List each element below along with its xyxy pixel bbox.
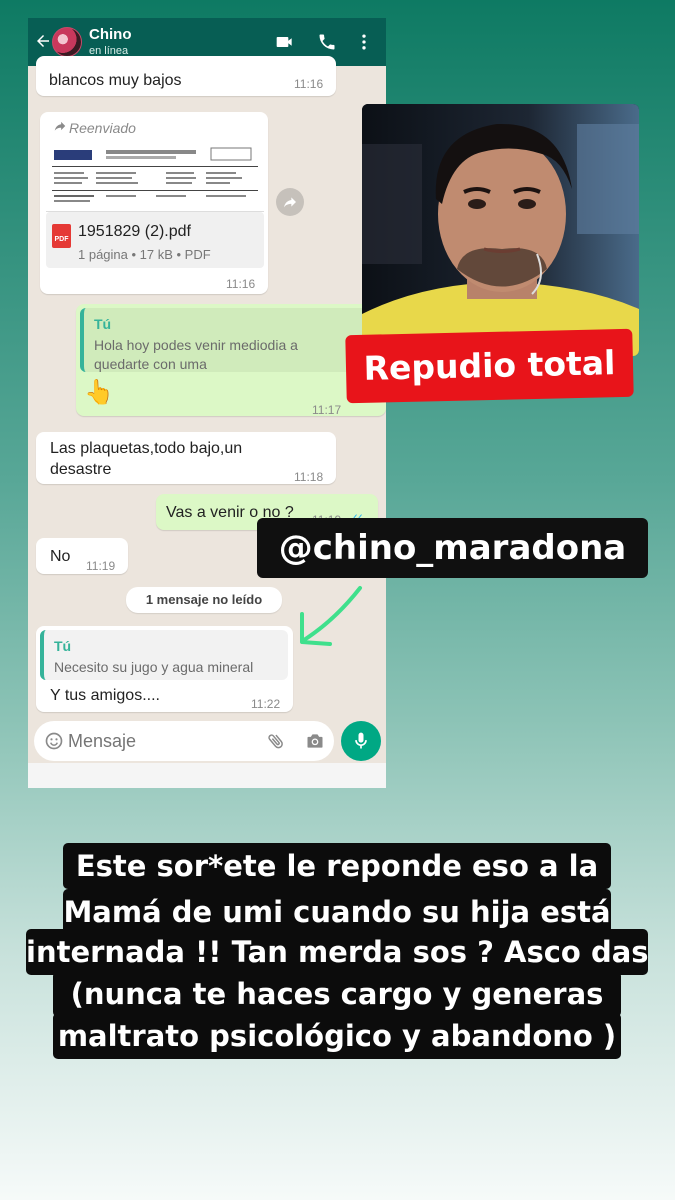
message-text: blancos muy bajos (49, 72, 182, 89)
forward-icon (54, 121, 66, 131)
quoted-message[interactable]: Tú Necesito su jugo y agua mineral (40, 630, 288, 680)
quote-text-line: Hola hoy podes venir mediodia a (94, 337, 298, 353)
message-document[interactable]: Reenviado PDF 1951829 (2).pdf 1 página •… (40, 112, 268, 294)
message-time: 11:19 (86, 559, 116, 573)
phone-call-icon[interactable] (317, 32, 337, 52)
more-options-icon[interactable] (354, 32, 374, 52)
system-nav-area (28, 763, 386, 788)
quote-text-line: Necesito su jugo y agua mineral (54, 659, 254, 675)
message-time: 11:16 (294, 77, 324, 91)
document-preview-image (52, 147, 258, 202)
camera-icon[interactable] (305, 731, 325, 751)
message-text: desastre (50, 461, 112, 478)
message-time: 11:18 (294, 470, 324, 484)
caption-line: maltrato psicológico y abandono ) (53, 1013, 621, 1059)
message-incoming[interactable]: Las plaquetas,todo bajo,un desastre 11:1… (36, 432, 336, 484)
message-outgoing[interactable]: Tú Hola hoy podes venir mediodia a queda… (76, 304, 386, 417)
attach-icon[interactable] (266, 731, 286, 751)
man-portrait-photo (362, 104, 639, 356)
file-meta: 1 página • 17 kB • PDF (78, 247, 211, 262)
message-input-bar[interactable] (34, 721, 334, 761)
message-incoming[interactable]: Tú Necesito su jugo y agua mineral Y tus… (36, 626, 293, 712)
message-time: 11:22 (251, 697, 281, 711)
pointing-up-emoji: 👆 (84, 379, 114, 406)
unread-divider: 1 mensaje no leído (126, 587, 282, 613)
voice-message-button[interactable] (341, 721, 381, 761)
repudio-sticker: Repudio total (345, 328, 634, 404)
message-text: Las plaquetas,todo bajo,un (50, 440, 243, 457)
quote-author: Tú (94, 316, 112, 332)
video-call-icon[interactable] (275, 32, 295, 52)
username-sticker: @chino_maradona (257, 518, 648, 578)
caption-line: (nunca te haces cargo y generas (53, 971, 621, 1017)
chat-area: blancos muy bajos 11:16 Reenviado PDF 19… (28, 56, 386, 788)
message-time: 11:16 (226, 277, 256, 291)
caption-line: Este sor*ete le reponde eso a la (63, 843, 611, 889)
message-time: 11:17 (312, 403, 342, 417)
forwarded-label: Reenviado (69, 120, 136, 136)
message-incoming[interactable]: blancos muy bajos 11:16 (36, 56, 336, 96)
message-input[interactable] (68, 729, 218, 753)
message-text: No (50, 548, 71, 565)
quote-text-line: quedarte con uma (94, 356, 207, 372)
caption-line: internada !! Tan merda sos ? Asco das (26, 929, 649, 975)
pdf-icon: PDF (52, 224, 71, 248)
quote-author: Tú (54, 638, 72, 654)
whatsapp-screenshot: Chino en línea blancos muy bajos 11:16 R… (28, 18, 386, 788)
quoted-message[interactable]: Tú Hola hoy podes venir mediodia a queda… (80, 308, 380, 372)
avatar[interactable] (52, 27, 82, 57)
green-arrow-icon (300, 586, 362, 646)
microphone-icon (355, 732, 367, 749)
share-button[interactable] (276, 188, 304, 216)
file-name: 1951829 (2).pdf (78, 223, 191, 240)
message-incoming[interactable]: No 11:19 (36, 538, 128, 574)
document-preview[interactable] (46, 142, 264, 212)
message-text: Y tus amigos.... (50, 687, 160, 704)
emoji-icon[interactable] (44, 731, 64, 751)
back-arrow-icon[interactable] (34, 32, 52, 50)
forward-icon (284, 197, 296, 208)
contact-name[interactable]: Chino (89, 26, 132, 43)
portrait-illustration (362, 104, 639, 356)
document-info[interactable]: PDF 1951829 (2).pdf 1 página • 17 kB • P… (46, 212, 264, 268)
